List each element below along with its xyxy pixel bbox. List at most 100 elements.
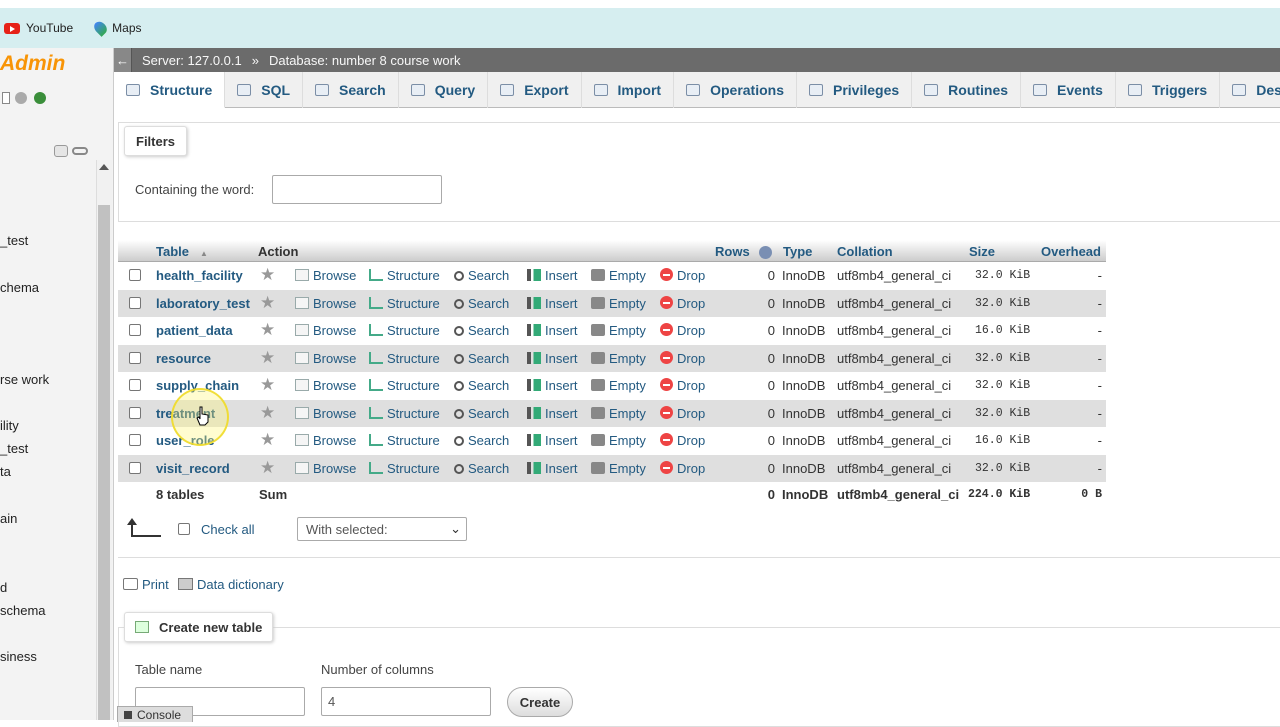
sidebar-item[interactable]: ility (0, 418, 19, 433)
browse-action[interactable]: Browse (295, 351, 356, 366)
sidebar-item[interactable]: _test (0, 441, 28, 456)
app-logo[interactable]: Admin (0, 52, 65, 76)
browse-action[interactable]: Browse (295, 378, 356, 393)
insert-action[interactable]: Insert (527, 351, 578, 366)
insert-action[interactable]: Insert (527, 378, 578, 393)
favorite-star-icon[interactable]: ★ (260, 265, 275, 285)
sidebar-item[interactable]: _test (0, 233, 28, 248)
scrollbar-thumb[interactable] (98, 205, 110, 720)
tab-search[interactable]: Search (303, 72, 399, 108)
scroll-up-icon[interactable] (99, 164, 109, 170)
collapse-icon[interactable] (54, 145, 68, 157)
num-columns-input[interactable]: 4 (321, 687, 491, 716)
tab-import[interactable]: Import (582, 72, 675, 108)
table-size[interactable]: 32.0 KiB (975, 407, 1030, 420)
table-size[interactable]: 32.0 KiB (975, 297, 1030, 310)
favorite-star-icon[interactable]: ★ (260, 403, 275, 423)
search-action[interactable]: Search (454, 268, 509, 283)
sort-asc-icon[interactable]: ▲ (200, 249, 208, 258)
browse-action[interactable]: Browse (295, 323, 356, 338)
bookmark-youtube[interactable]: YouTube (4, 21, 73, 35)
search-action[interactable]: Search (454, 433, 509, 448)
favorite-star-icon[interactable]: ★ (260, 348, 275, 368)
tab-query[interactable]: Query (399, 72, 489, 108)
link-icon[interactable] (72, 147, 88, 155)
table-name-link[interactable]: laboratory_test (156, 296, 250, 311)
row-checkbox[interactable] (129, 434, 141, 446)
empty-action[interactable]: Empty (591, 268, 646, 283)
tab-triggers[interactable]: Triggers (1116, 72, 1221, 108)
structure-action[interactable]: Structure (369, 433, 440, 448)
table-name-link[interactable]: resource (156, 351, 211, 366)
empty-action[interactable]: Empty (591, 296, 646, 311)
reload-icon[interactable] (34, 92, 46, 104)
structure-action[interactable]: Structure (369, 323, 440, 338)
bookmark-maps[interactable]: Maps (91, 19, 142, 37)
tab-designer[interactable]: Designer (1220, 72, 1280, 108)
structure-action[interactable]: Structure (369, 378, 440, 393)
structure-action[interactable]: Structure (369, 351, 440, 366)
browse-action[interactable]: Browse (295, 268, 356, 283)
structure-action[interactable]: Structure (369, 461, 440, 476)
search-action[interactable]: Search (454, 296, 509, 311)
empty-action[interactable]: Empty (591, 378, 646, 393)
favorite-star-icon[interactable]: ★ (260, 320, 275, 340)
browse-action[interactable]: Browse (295, 433, 356, 448)
header-table[interactable]: Table (156, 244, 189, 259)
browse-action[interactable]: Browse (295, 461, 356, 476)
search-action[interactable]: Search (454, 461, 509, 476)
search-action[interactable]: Search (454, 351, 509, 366)
check-all-label[interactable]: Check all (201, 522, 254, 537)
tab-events[interactable]: Events (1021, 72, 1116, 108)
favorite-star-icon[interactable]: ★ (260, 430, 275, 450)
header-size[interactable]: Size (969, 244, 995, 259)
header-overhead[interactable]: Overhead (1041, 244, 1101, 259)
data-dictionary-link[interactable]: Data dictionary (178, 577, 284, 592)
tab-export[interactable]: Export (488, 72, 582, 108)
insert-action[interactable]: Insert (527, 268, 578, 283)
sidebar-item[interactable]: ain (0, 511, 17, 526)
create-button[interactable]: Create (507, 687, 573, 717)
drop-action[interactable]: Drop (660, 296, 705, 311)
table-name-link[interactable]: health_facility (156, 268, 243, 283)
tab-privileges[interactable]: Privileges (797, 72, 913, 108)
empty-action[interactable]: Empty (591, 433, 646, 448)
drop-action[interactable]: Drop (660, 461, 705, 476)
header-collation[interactable]: Collation (837, 244, 893, 259)
insert-action[interactable]: Insert (527, 461, 578, 476)
header-type[interactable]: Type (783, 244, 812, 259)
table-size[interactable]: 32.0 KiB (975, 352, 1030, 365)
breadcrumb-server[interactable]: Server: 127.0.0.1 (142, 53, 242, 68)
drop-action[interactable]: Drop (660, 406, 705, 421)
tab-structure[interactable]: Structure (114, 72, 226, 108)
table-size[interactable]: 32.0 KiB (975, 269, 1030, 282)
tab-routines[interactable]: Routines (912, 72, 1022, 108)
browse-action[interactable]: Browse (295, 406, 356, 421)
breadcrumb-database[interactable]: Database: number 8 course work (269, 53, 460, 68)
drop-action[interactable]: Drop (660, 378, 705, 393)
structure-action[interactable]: Structure (369, 268, 440, 283)
empty-action[interactable]: Empty (591, 323, 646, 338)
table-size[interactable]: 32.0 KiB (975, 462, 1030, 475)
with-selected-dropdown[interactable]: With selected: ⌄ (297, 517, 467, 541)
structure-action[interactable]: Structure (369, 406, 440, 421)
row-checkbox[interactable] (129, 407, 141, 419)
tab-operations[interactable]: Operations (674, 72, 797, 108)
browse-action[interactable]: Browse (295, 296, 356, 311)
drop-action[interactable]: Drop (660, 268, 705, 283)
drop-action[interactable]: Drop (660, 351, 705, 366)
drop-action[interactable]: Drop (660, 323, 705, 338)
gear-icon[interactable] (15, 92, 27, 104)
table-size[interactable]: 32.0 KiB (975, 379, 1030, 392)
row-checkbox[interactable] (129, 269, 141, 281)
table-size[interactable]: 16.0 KiB (975, 324, 1030, 337)
structure-action[interactable]: Structure (369, 296, 440, 311)
insert-action[interactable]: Insert (527, 406, 578, 421)
row-checkbox[interactable] (129, 379, 141, 391)
favorite-star-icon[interactable]: ★ (260, 458, 275, 478)
header-rows[interactable]: Rows (715, 244, 750, 259)
search-action[interactable]: Search (454, 406, 509, 421)
drop-action[interactable]: Drop (660, 433, 705, 448)
favorite-star-icon[interactable]: ★ (260, 293, 275, 313)
search-action[interactable]: Search (454, 378, 509, 393)
